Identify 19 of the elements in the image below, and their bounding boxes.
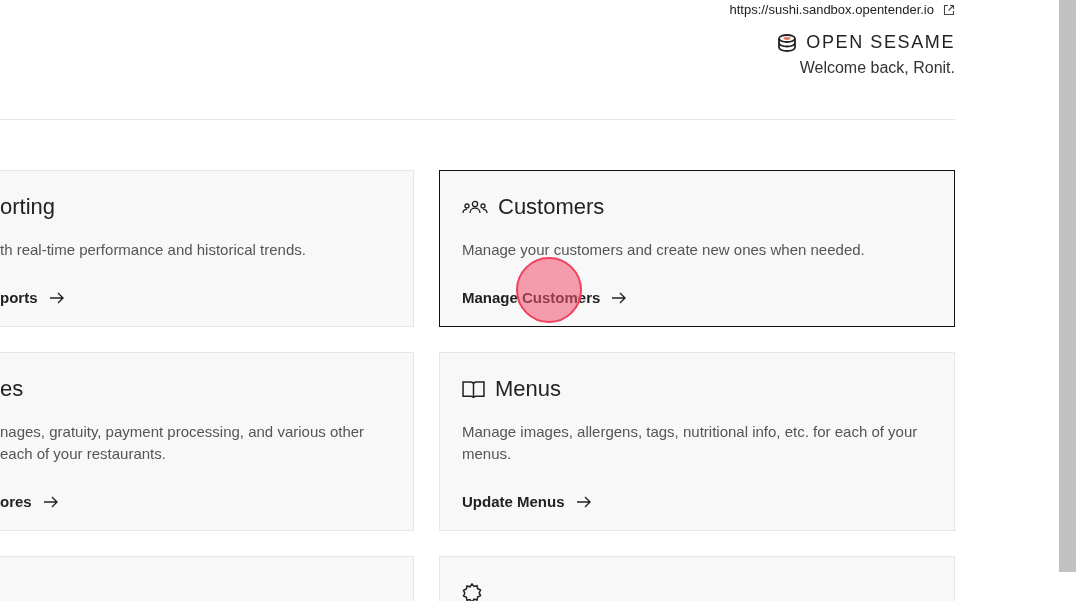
dashboard-card[interactable]: orting th real-time performance and historical trends. ports <box>0 170 414 327</box>
card-title: Menus <box>495 376 562 402</box>
card-description: th real-time performance and historical trends. <box>0 240 307 260</box>
card-link[interactable]: ores <box>0 493 58 510</box>
dashboard-card[interactable]: Customers Manage your customers and create new ones when needed. Manage Customers <box>439 170 955 327</box>
card-description: Manage your customers and create new ones when needed. <box>462 240 866 260</box>
card-description: Manage images, allergens, tags, nutritional info, etc. for each of your menus. <box>462 422 919 464</box>
site-link[interactable]: https://sushi.sandbox.opentender.io <box>729 2 934 17</box>
dashboard-card[interactable]: Menus Manage images, allergens, tags, nutritional info, etc. for each of your menus. Update Menus <box>439 352 955 531</box>
card-title: es <box>0 376 24 402</box>
dashboard-card[interactable]: es nages, gratuity, payment processing, and various other each of your restaurants. ores <box>0 352 414 531</box>
brand-name: OPEN SESAME <box>806 32 955 53</box>
card-link[interactable]: Manage Customers <box>462 289 627 306</box>
card-description: nages, gratuity, payment processing, and various other each of your restaurants. <box>0 422 366 464</box>
card-link[interactable]: ports <box>0 289 64 306</box>
welcome-message: Welcome back, Ronit. <box>799 59 955 77</box>
card-title: orting <box>0 194 56 220</box>
card-title: Customers <box>498 194 605 220</box>
card-link[interactable]: Update Menus <box>462 493 591 510</box>
